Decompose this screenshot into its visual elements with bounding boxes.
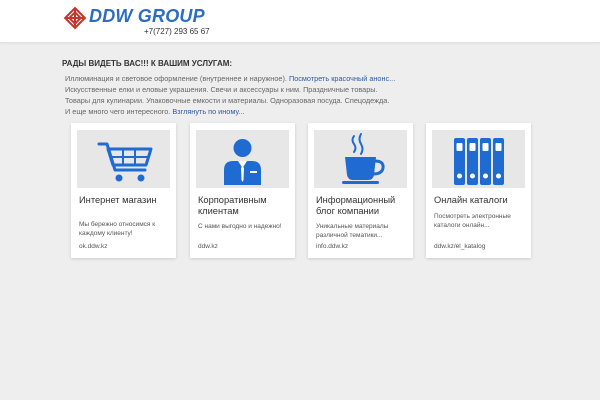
shopping-cart-icon (97, 142, 153, 182)
binders-icon (454, 138, 504, 185)
card-description: Уникальные материалы различной тематики.… (316, 223, 389, 239)
card-description: Посмотреть электронные каталоги онлайн..… (434, 213, 511, 229)
announcement-link[interactable]: Посмотреть красочный анонс... (289, 74, 395, 83)
card-description: Мы бережно относимся к каждому клиенту! (79, 221, 156, 237)
card-image (432, 130, 525, 188)
card-url[interactable]: ddw.kz (198, 243, 290, 250)
card-title[interactable]: Интернет магазин (79, 195, 171, 206)
card-online-store[interactable]: Интернет магазин Мы бережно относимся к … (71, 123, 176, 258)
card-online-catalogs[interactable]: Онлайн каталоги Посмотреть электронные к… (426, 123, 531, 258)
greeting-heading: РАДЫ ВИДЕТЬ ВАС!!! К ВАШИМ УСЛУГАМ: (62, 59, 233, 68)
intro-line-4: И еще много чего интересного. Взглянуть … (65, 106, 535, 117)
knot-logo-icon[interactable] (62, 5, 88, 31)
card-title[interactable]: Информационный блог компании (316, 195, 408, 217)
phone-number: +7(727) 293 65 67 (144, 27, 210, 36)
card-image (196, 130, 289, 188)
card-url[interactable]: ok.ddw.kz (79, 243, 171, 250)
view-differently-link[interactable]: Взглянуть по иному... (172, 107, 244, 116)
intro-line-3: Товары для кулинарии. Упаковочные емкост… (65, 96, 390, 105)
brand-name[interactable]: DDW GROUP (89, 6, 205, 27)
intro-text: Иллюминация и световое оформление (внутр… (65, 73, 535, 117)
intro-line-1-text: Иллюминация и световое оформление (внутр… (65, 74, 287, 83)
card-title[interactable]: Онлайн каталоги (434, 195, 526, 206)
card-description: С нами выгодно и надежно! (198, 223, 282, 230)
header-bar: DDW GROUP +7(727) 293 65 67 (0, 0, 600, 43)
card-url[interactable]: ddw.kz/el_katalog (434, 243, 526, 250)
card-image (77, 130, 170, 188)
intro-line-4-text: И еще много чего интересного. (65, 107, 171, 116)
intro-line-2: Искусственные елки и еловые украшения. С… (65, 85, 378, 94)
card-url[interactable]: info.ddw.kz (316, 243, 408, 250)
business-person-icon (224, 139, 261, 185)
card-image (314, 130, 407, 188)
coffee-cup-icon (342, 133, 385, 184)
intro-line-1: Иллюминация и световое оформление (внутр… (65, 73, 535, 84)
card-corporate-clients[interactable]: Корпоративным клиентам С нами выгодно и … (190, 123, 295, 258)
card-info-blog[interactable]: Информационный блог компании Уникальные … (308, 123, 413, 258)
card-title[interactable]: Корпоративным клиентам (198, 195, 290, 217)
